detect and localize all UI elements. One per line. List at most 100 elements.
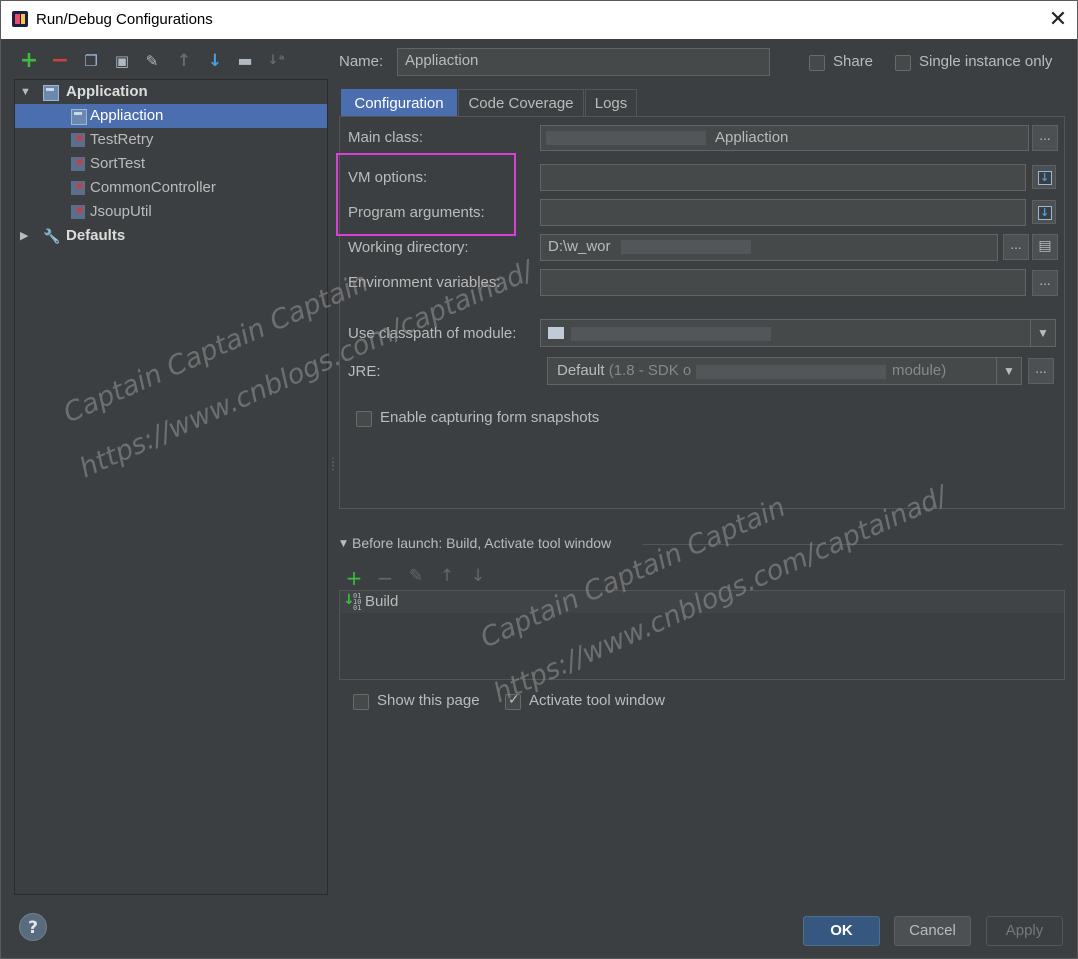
- folder-icon[interactable]: ▬: [235, 51, 255, 71]
- sort-icon[interactable]: ↓ᵃ: [266, 51, 286, 71]
- capture-snapshots-label: Enable capturing form snapshots: [380, 409, 600, 426]
- tree-group-application[interactable]: ▼ Application: [15, 80, 327, 104]
- binary-icon: 01 10 01: [353, 592, 362, 612]
- redacted-jre: [696, 365, 886, 379]
- divider: [643, 544, 1063, 545]
- highlight-box: [336, 153, 516, 236]
- tree-item-label: CommonController: [90, 179, 216, 196]
- expand-arrow-icon: ↓: [1040, 171, 1050, 184]
- working-directory-input[interactable]: D:\w_wor: [540, 234, 998, 261]
- main-class-label: Main class:: [348, 129, 424, 146]
- tree-group-label: Defaults: [66, 227, 126, 244]
- expand-arrow-icon: ↓: [1040, 206, 1050, 219]
- single-instance-checkbox[interactable]: [895, 55, 911, 71]
- working-directory-label: Working directory:: [348, 239, 469, 256]
- jre-browse-button[interactable]: ...: [1028, 358, 1054, 384]
- tree-group-defaults[interactable]: ▶ 🔧 Defaults: [15, 224, 327, 248]
- tab-configuration[interactable]: Configuration: [341, 89, 457, 116]
- main-class-browse-button[interactable]: ...: [1032, 125, 1058, 151]
- vm-options-input[interactable]: [540, 164, 1026, 191]
- show-page-label: Show this page: [377, 692, 480, 709]
- jre-value: Default: [557, 362, 605, 379]
- jre-select[interactable]: Default (1.8 - SDK o module) ▼: [547, 357, 1022, 385]
- tab-code-coverage[interactable]: Code Coverage: [458, 89, 584, 116]
- tree-item-label: Appliaction: [90, 107, 164, 124]
- ok-button[interactable]: OK: [803, 916, 880, 946]
- tree-item-appliaction[interactable]: Appliaction: [15, 104, 327, 128]
- add-task-icon[interactable]: +: [344, 566, 364, 590]
- jre-label: JRE:: [348, 363, 381, 380]
- redacted-package: [546, 131, 706, 145]
- tree-item-label: TestRetry: [90, 131, 154, 148]
- tree-item-label: JsoupUtil: [90, 203, 152, 220]
- chevron-down-icon[interactable]: ▼: [1030, 320, 1055, 346]
- remove-icon[interactable]: −: [50, 50, 70, 72]
- classpath-module-label: Use classpath of module:: [348, 325, 517, 342]
- environment-variables-label: Environment variables:: [348, 274, 501, 291]
- environment-variables-input[interactable]: [540, 269, 1026, 296]
- tree-group-label: Application: [66, 83, 148, 100]
- jre-detail-suffix: module): [892, 362, 947, 379]
- activate-tool-window-checkbox[interactable]: [505, 692, 521, 710]
- share-label: Share: [833, 53, 874, 70]
- tree-item-label: SortTest: [90, 155, 146, 172]
- list-item[interactable]: ↓ 01 10 01 Build: [340, 591, 1064, 613]
- collapsed-arrow-icon[interactable]: ▶: [20, 224, 28, 248]
- apply-button[interactable]: Apply: [986, 916, 1063, 946]
- save-icon[interactable]: ▣: [112, 51, 132, 71]
- move-up-icon[interactable]: ↑: [174, 51, 194, 71]
- redacted-module: [571, 327, 771, 341]
- window-title: Run/Debug Configurations: [36, 11, 213, 28]
- program-arguments-input[interactable]: [540, 199, 1026, 226]
- single-instance-label: Single instance only: [919, 53, 1053, 70]
- move-down-icon[interactable]: ↓: [205, 51, 225, 71]
- module-folder-icon: [548, 327, 564, 339]
- intellij-app-icon: [12, 11, 28, 27]
- program-arguments-expand-button[interactable]: ↓: [1032, 200, 1056, 224]
- run-debug-configurations-dialog: Run/Debug Configurations ✕ + − ❐ ▣ ✎ ↑ ↓…: [0, 0, 1078, 959]
- name-label: Name:: [339, 53, 384, 70]
- capture-snapshots-checkbox[interactable]: [356, 411, 372, 427]
- application-config-icon: [71, 109, 87, 125]
- application-icon: [43, 85, 59, 101]
- tree-item-testretry[interactable]: TestRetry: [15, 127, 327, 152]
- splitter-grip-icon[interactable]: ⋮ ⋮: [328, 458, 338, 472]
- jre-detail: (1.8 - SDK o: [608, 362, 692, 379]
- working-directory-browse-button[interactable]: ...: [1003, 234, 1029, 260]
- macro-insert-icon[interactable]: ▤: [1032, 234, 1058, 260]
- help-icon[interactable]: ?: [19, 913, 47, 941]
- name-input[interactable]: Appliaction: [397, 48, 770, 76]
- move-task-down-icon[interactable]: ↓: [468, 566, 488, 586]
- share-checkbox[interactable]: [809, 55, 825, 71]
- collapse-arrow-icon[interactable]: ▼: [340, 539, 347, 549]
- tree-item-sorttest[interactable]: SortTest: [15, 151, 327, 176]
- environment-variables-browse-button[interactable]: ...: [1032, 270, 1058, 296]
- close-icon[interactable]: ✕: [1047, 7, 1069, 32]
- build-task-label: Build: [365, 593, 399, 610]
- tree-item-jsouputil[interactable]: JsoupUtil: [15, 199, 327, 224]
- show-page-checkbox[interactable]: [353, 694, 369, 710]
- classpath-module-select[interactable]: ▼: [540, 319, 1056, 347]
- edit-defaults-icon[interactable]: ✎: [142, 51, 162, 71]
- vm-options-expand-button[interactable]: ↓: [1032, 165, 1056, 189]
- error-config-icon: [71, 175, 85, 199]
- expanded-arrow-icon[interactable]: ▼: [20, 80, 31, 104]
- before-launch-list[interactable]: ↓ 01 10 01 Build: [339, 590, 1065, 680]
- before-launch-header: Before launch: Build, Activate tool wind…: [352, 535, 612, 551]
- cancel-button[interactable]: Cancel: [894, 916, 971, 946]
- tab-logs[interactable]: Logs: [585, 89, 637, 116]
- wrench-icon: 🔧: [43, 228, 61, 244]
- edit-task-icon[interactable]: ✎: [406, 566, 426, 586]
- title-bar: Run/Debug Configurations ✕: [1, 1, 1077, 39]
- remove-task-icon[interactable]: −: [375, 566, 395, 590]
- move-task-up-icon[interactable]: ↑: [437, 566, 457, 586]
- copy-icon[interactable]: ❐: [81, 51, 101, 71]
- add-icon[interactable]: +: [19, 50, 39, 72]
- activate-tool-window-label: Activate tool window: [529, 692, 665, 709]
- error-config-icon: [71, 199, 85, 223]
- configuration-tree[interactable]: ▼ Application Appliaction TestRetry Sort…: [14, 79, 328, 895]
- error-config-icon: [71, 151, 85, 175]
- chevron-down-icon[interactable]: ▼: [996, 358, 1021, 384]
- redacted-path: [621, 240, 751, 254]
- tree-item-commoncontroller[interactable]: CommonController: [15, 175, 327, 200]
